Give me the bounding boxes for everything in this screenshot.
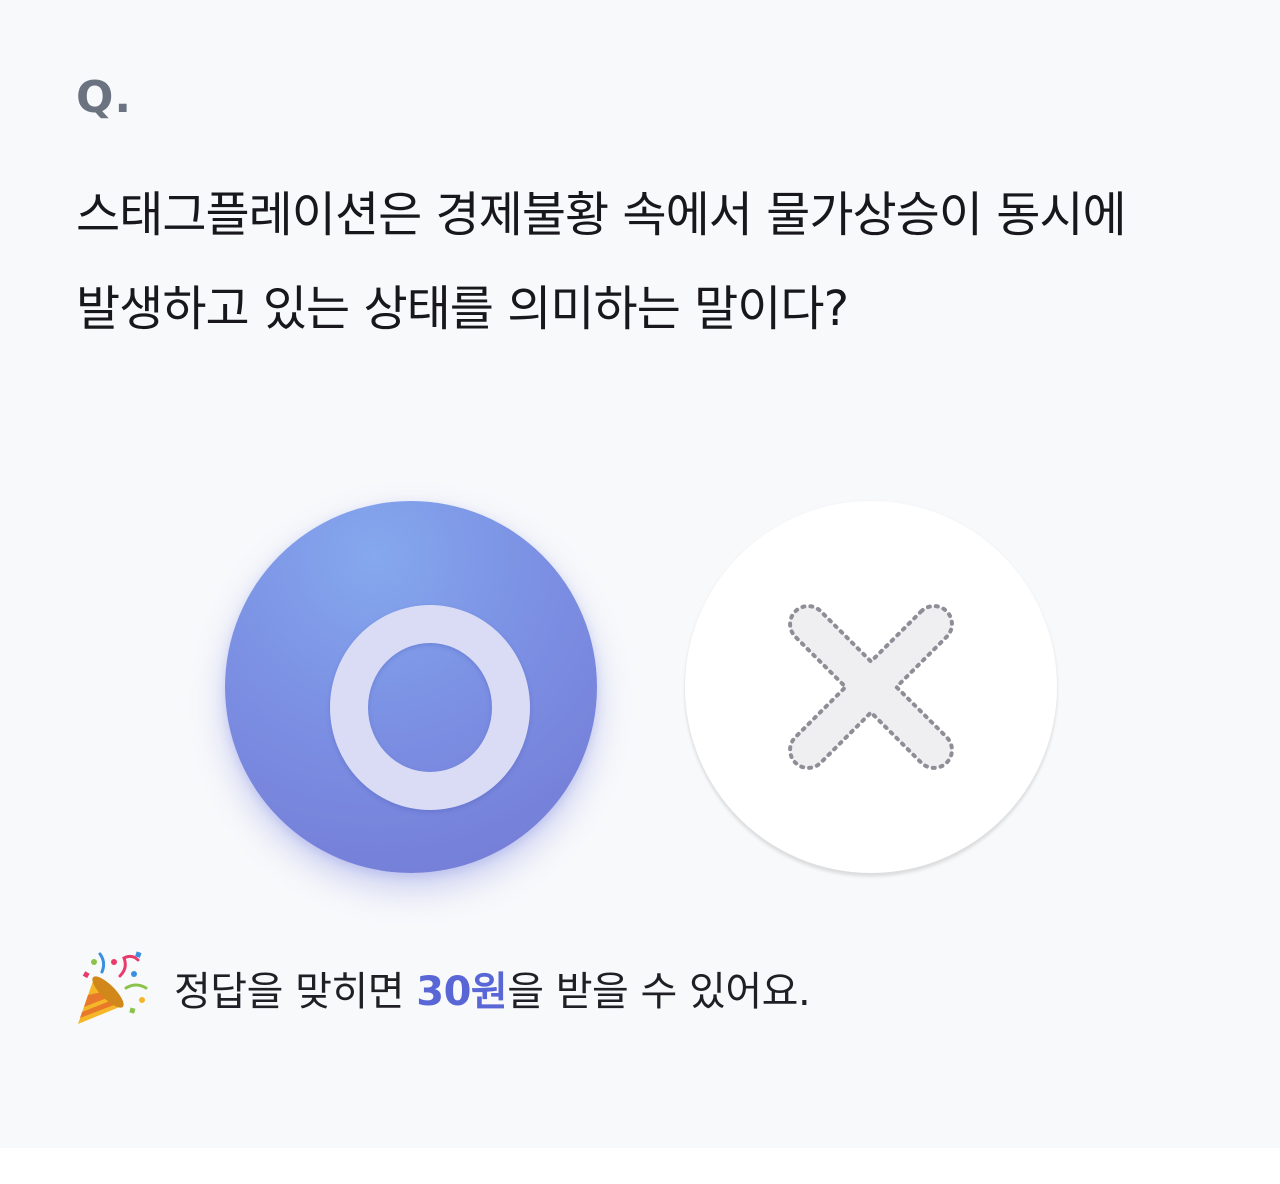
o-icon (330, 605, 530, 810)
x-icon (788, 604, 954, 770)
reward-amount: 30원 (416, 969, 508, 1015)
party-popper-icon (78, 951, 148, 1024)
reward-text-suffix: 을 받을 수 있어요. (507, 969, 811, 1015)
reward-text-prefix: 정답을 맞히면 (174, 969, 417, 1015)
answer-o-button[interactable] (225, 501, 597, 873)
reward-notice: 정답을 맞히면 30원을 받을 수 있어요. (72, 946, 811, 1030)
answer-x-button[interactable] (685, 501, 1057, 873)
reward-text: 정답을 맞히면 30원을 받을 수 있어요. (174, 959, 811, 1017)
quiz-card: Q. 스태그플레이션은 경제불황 속에서 물가상승이 동시에 발생하고 있는 상… (0, 0, 1280, 1148)
question-label: Q. (76, 72, 133, 123)
question-text: 스태그플레이션은 경제불황 속에서 물가상승이 동시에 발생하고 있는 상태를 … (76, 187, 1127, 337)
